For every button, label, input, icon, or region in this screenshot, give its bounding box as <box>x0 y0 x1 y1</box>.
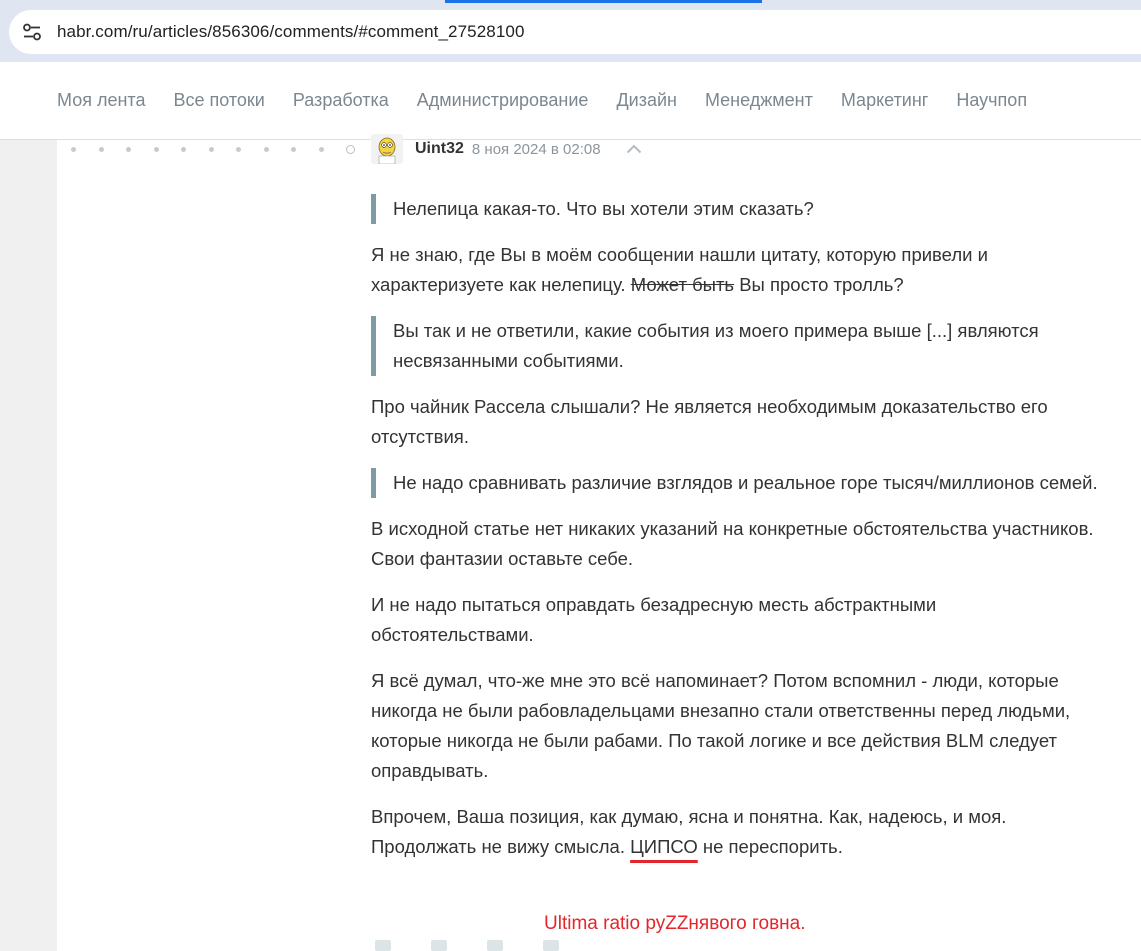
thread-depth-indicator <box>71 145 355 154</box>
nav-item-administration[interactable]: Администрирование <box>417 90 589 111</box>
paragraph: Я всё думал, что-же мне это всё напомина… <box>371 670 1071 781</box>
red-annotation: Ultima ratio руZZнявого говна. <box>544 913 806 934</box>
nav-item-marketing[interactable]: Маркетинг <box>841 90 929 111</box>
paragraph: Впрочем, Ваша позиция, как думаю, ясна и… <box>371 806 1007 857</box>
paragraph: Я не знаю, где Вы в моём сообщении нашли… <box>371 244 988 295</box>
underlined-text: ЦИПСО <box>630 836 698 857</box>
habr-nav: Моя лента Все потоки Разработка Админист… <box>0 62 1141 140</box>
quote-block: Не надо сравнивать различие взглядов и р… <box>371 468 1101 498</box>
quote-block: Нелепица какая-то. Что вы хотели этим ск… <box>371 194 1101 224</box>
nav-item-popsci[interactable]: Научпоп <box>956 90 1027 111</box>
paragraph: Про чайник Рассела слышали? Не является … <box>371 396 1048 447</box>
avatar[interactable] <box>371 134 403 164</box>
strikethrough-text: Может быть <box>630 274 735 295</box>
rating-icon[interactable] <box>431 940 447 951</box>
nav-item-all-flows[interactable]: Все потоки <box>173 90 264 111</box>
bookmark-icon[interactable] <box>487 940 503 951</box>
comment-actions <box>375 940 559 951</box>
comment-area: Uint32 8 ноя 2024 в 02:08 Нелепица какая… <box>57 134 1141 951</box>
quote-block: Вы так и не ответили, какие события из м… <box>371 316 1101 376</box>
address-bar[interactable]: habr.com/ru/articles/856306/comments/#co… <box>9 10 1141 54</box>
nav-item-management[interactable]: Менеджмент <box>705 90 813 111</box>
nav-item-development[interactable]: Разработка <box>293 90 389 111</box>
paragraph: И не надо пытаться оправдать безадресную… <box>371 594 937 645</box>
vote-icon[interactable] <box>375 940 391 951</box>
comment-header: Uint32 8 ноя 2024 в 02:08 <box>371 134 643 164</box>
nav-item-my-feed[interactable]: Моя лента <box>57 90 145 111</box>
comment-timestamp[interactable]: 8 ноя 2024 в 02:08 <box>472 141 601 158</box>
comment-author[interactable]: Uint32 <box>415 140 464 158</box>
comment-body: Нелепица какая-то. Что вы хотели этим ск… <box>371 194 1101 878</box>
url-text[interactable]: habr.com/ru/articles/856306/comments/#co… <box>57 22 525 42</box>
tune-icon[interactable] <box>17 17 47 47</box>
nav-item-design[interactable]: Дизайн <box>616 90 677 111</box>
reply-icon[interactable] <box>543 940 559 951</box>
chevron-up-icon[interactable] <box>625 140 643 158</box>
paragraph: В исходной статье нет никаких указаний н… <box>371 518 1094 569</box>
active-tab-indicator <box>445 0 762 3</box>
browser-toolbar: habr.com/ru/articles/856306/comments/#co… <box>0 0 1141 62</box>
